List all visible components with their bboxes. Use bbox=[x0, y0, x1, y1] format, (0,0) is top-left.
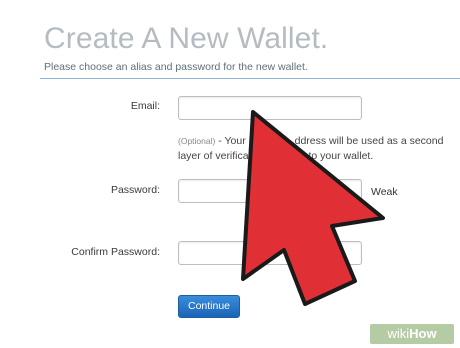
help-text-line1-end: ddress will be used as a second bbox=[294, 135, 444, 147]
password-label: Password: bbox=[110, 184, 160, 196]
help-text-line2-end: u log into your wallet. bbox=[274, 150, 374, 162]
create-wallet-page: Create A New Wallet. Please choose an al… bbox=[0, 0, 460, 348]
continue-button[interactable]: Continue bbox=[178, 295, 240, 318]
email-help-text: (Optional) - Your ddress will be used as… bbox=[178, 134, 448, 164]
page-title: Create A New Wallet. bbox=[44, 22, 329, 55]
watermark-wiki: wiki bbox=[387, 326, 410, 341]
email-label: Email: bbox=[130, 100, 160, 112]
password-strength-indicator: Weak bbox=[371, 186, 398, 198]
watermark-how: How bbox=[409, 326, 437, 341]
help-text-line2-start: layer of verifica bbox=[178, 150, 249, 162]
password-field[interactable] bbox=[178, 179, 362, 203]
confirm-password-field[interactable] bbox=[178, 241, 362, 265]
header-divider bbox=[40, 78, 460, 79]
help-text-line1-start: - Your bbox=[215, 135, 249, 147]
page-subtitle: Please choose an alias and password for … bbox=[44, 61, 308, 73]
email-field[interactable] bbox=[178, 96, 362, 120]
wikihow-watermark: wikiHow bbox=[370, 324, 454, 344]
confirm-password-label: Confirm Password: bbox=[71, 246, 160, 258]
optional-tag: (Optional) bbox=[178, 136, 216, 146]
